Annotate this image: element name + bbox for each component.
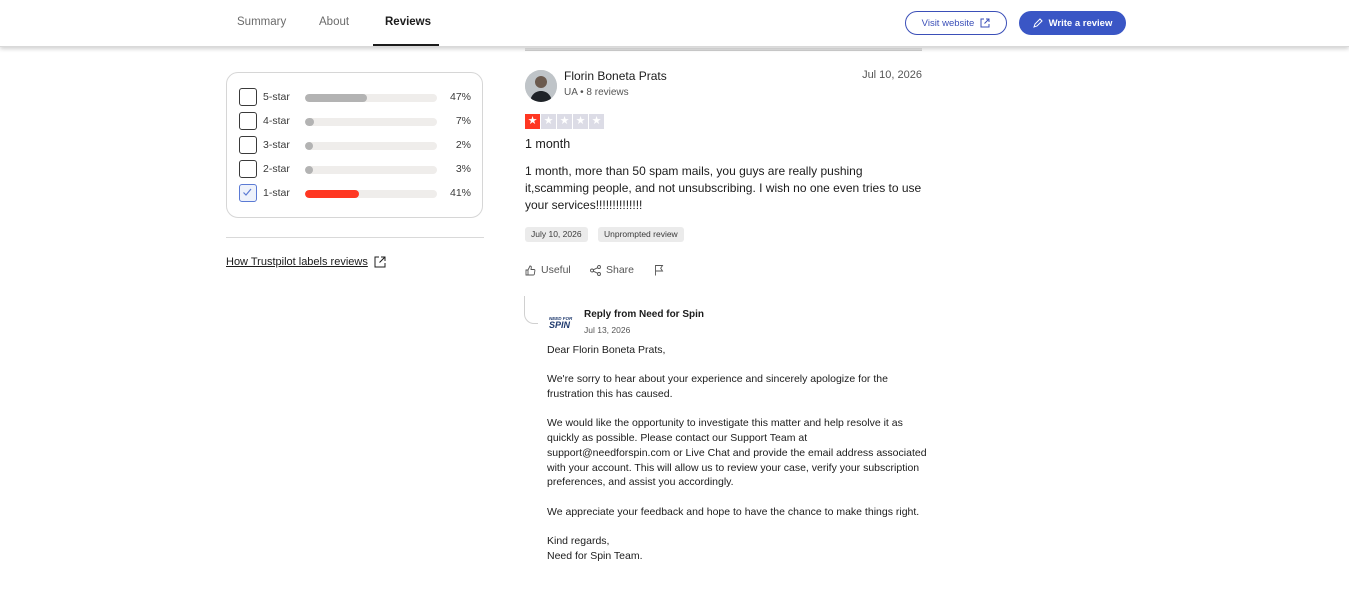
company-logo-bottom: SPIN [549, 320, 571, 330]
star-filter-row-1-star[interactable]: 1-star 41% [239, 184, 471, 204]
how-trustpilot-labels-link[interactable]: How Trustpilot labels reviews [226, 256, 386, 268]
how-label: How Trustpilot labels reviews [226, 256, 368, 268]
filter-bar-fill [305, 190, 359, 198]
reviewer-name[interactable]: Florin Boneta Prats [564, 69, 667, 83]
reply-title: Reply from Need for Spin [584, 309, 705, 320]
unprompted-review-tag[interactable]: Unprompted review [598, 227, 684, 242]
date-of-experience-tag: July 10, 2026 [525, 227, 588, 242]
avatar[interactable] [525, 70, 557, 102]
share-label: Share [606, 264, 635, 276]
review-title[interactable]: 1 month [525, 137, 570, 151]
top-nav: Summary About Reviews Visit website Writ… [0, 0, 1349, 47]
star-icon: ★ [589, 114, 604, 129]
filter-bar-track [305, 190, 437, 198]
reply-paragraph: We appreciate your feedback and hope to … [547, 505, 920, 518]
pencil-icon [1032, 18, 1043, 28]
filter-checkbox[interactable] [239, 160, 257, 178]
tab-summary[interactable]: Summary [237, 16, 286, 28]
filter-bar-fill [305, 118, 314, 126]
filter-label: 2-star [263, 163, 290, 175]
thumbs-up-icon [525, 265, 536, 275]
visit-website-label: Visit website [921, 17, 975, 29]
external-link-icon [980, 18, 990, 28]
star-icon: ★ [541, 114, 556, 129]
reply-date: Jul 13, 2026 [584, 325, 631, 335]
active-tab-indicator [373, 44, 439, 46]
star-filter-row-5-star[interactable]: 5-star 47% [239, 88, 471, 108]
filter-checkbox[interactable] [239, 88, 257, 106]
filter-bar-fill [305, 142, 313, 150]
checkmark-icon [243, 188, 252, 196]
flag-icon [655, 265, 664, 276]
reviewer-meta: UA • 8 reviews [564, 87, 629, 98]
share-button[interactable]: Share [590, 264, 634, 276]
filter-percent: 3% [455, 163, 471, 175]
star-filter-row-3-star[interactable]: 3-star 2% [239, 136, 471, 156]
filter-percent: 7% [455, 115, 471, 127]
write-review-label: Write a review [1048, 17, 1113, 29]
star-rating: ★ ★ ★ ★ ★ [525, 114, 604, 129]
star-icon: ★ [557, 114, 572, 129]
review-body: 1 month, more than 50 spam mails, you gu… [525, 164, 922, 212]
filter-percent: 2% [455, 139, 471, 151]
star-filter-row-4-star[interactable]: 4-star 7% [239, 112, 471, 132]
share-icon [590, 264, 601, 276]
tab-about[interactable]: About [319, 16, 349, 28]
filter-label: 5-star [263, 91, 290, 103]
reply-connector [524, 296, 538, 324]
company-logo: NEED FOR SPIN [549, 316, 575, 330]
filter-label: 4-star [263, 115, 290, 127]
visit-website-button[interactable]: Visit website [905, 11, 1007, 35]
external-link-icon [374, 256, 386, 268]
star-icon: ★ [573, 114, 588, 129]
filter-label: 3-star [263, 139, 290, 151]
star-filter-row-2-star[interactable]: 2-star 3% [239, 160, 471, 180]
star-filter-card: 5-star 47% 4-star 7% 3-star 2% 2-star 3% 1-star 4… [226, 72, 483, 218]
filter-bar-track [305, 118, 437, 126]
filter-percent: 41% [449, 187, 471, 199]
reply-paragraph: We're sorry to hear about your experienc… [547, 373, 888, 401]
filter-bar-track [305, 142, 437, 150]
filter-percent: 47% [449, 91, 471, 103]
previous-review-border [525, 48, 922, 51]
reply-paragraph: Kind regards, Need for Spin Team. [547, 535, 643, 562]
filter-checkbox[interactable] [239, 136, 257, 154]
filter-checkbox[interactable] [239, 112, 257, 130]
divider [226, 237, 484, 238]
flag-button[interactable] [654, 264, 665, 276]
reply-paragraph: We would like the opportunity to investi… [547, 417, 927, 489]
filter-label: 1-star [263, 187, 290, 199]
useful-button[interactable]: Useful [525, 264, 571, 276]
avatar-image [525, 70, 557, 102]
reply-body: Dear Florin Boneta Prats, We're sorry to … [547, 343, 927, 578]
filter-bar-track [305, 94, 437, 102]
review-date: Jul 10, 2026 [862, 69, 922, 81]
filter-checkbox[interactable] [239, 184, 257, 202]
filter-bar-track [305, 166, 437, 174]
useful-label: Useful [541, 264, 571, 276]
tab-reviews[interactable]: Reviews [385, 16, 431, 28]
filter-bar-fill [305, 94, 367, 102]
write-review-button[interactable]: Write a review [1019, 11, 1126, 35]
reply-paragraph: Dear Florin Boneta Prats, [547, 344, 666, 356]
star-icon: ★ [525, 114, 540, 129]
filter-bar-fill [305, 166, 313, 174]
